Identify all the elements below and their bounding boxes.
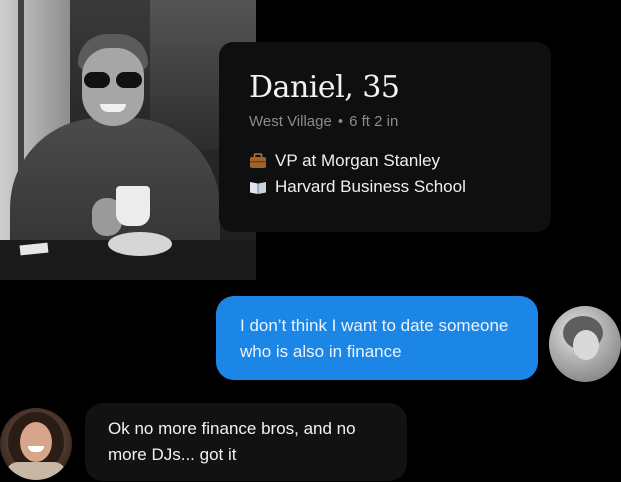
profile-height: 6 ft 2 in (349, 113, 399, 130)
user-avatar-face (573, 330, 599, 360)
incoming-message-bubble[interactable]: Ok no more finance bros, and no more DJs… (85, 403, 407, 481)
assistant-avatar[interactable] (0, 408, 72, 480)
photo-saucer (108, 232, 172, 256)
outgoing-message-text: I don’t think I want to date someone who… (240, 316, 509, 361)
assistant-avatar-scarf (6, 462, 66, 480)
profile-meta: West Village • 6 ft 2 in (249, 113, 398, 130)
meta-separator: • (337, 113, 344, 130)
profile-job-row: VP at Morgan Stanley (249, 151, 440, 171)
incoming-message-text: Ok no more finance bros, and no more DJs… (108, 419, 356, 464)
book-icon (249, 179, 269, 195)
user-avatar[interactable] (549, 306, 621, 382)
profile-photo[interactable] (0, 0, 256, 280)
outgoing-message-bubble[interactable]: I don’t think I want to date someone who… (216, 296, 538, 380)
sunglasses-icon (82, 72, 144, 88)
assistant-avatar-face (20, 422, 52, 462)
photo-smile (100, 104, 126, 112)
coffee-cup-icon (116, 186, 150, 226)
profile-card[interactable]: Daniel, 35 West Village • 6 ft 2 in VP at … (219, 42, 551, 232)
profile-name: Daniel, 35 (249, 70, 400, 105)
profile-location: West Village (249, 113, 332, 130)
profile-job: VP at Morgan Stanley (275, 151, 441, 170)
briefcase-icon (249, 153, 269, 169)
profile-school: Harvard Business School (275, 177, 466, 196)
profile-school-row: Harvard Business School (249, 177, 466, 197)
